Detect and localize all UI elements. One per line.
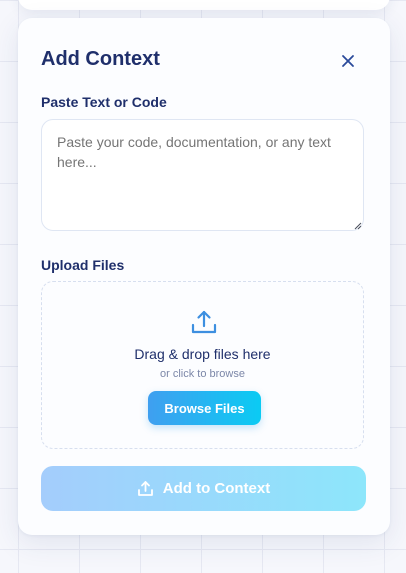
close-icon	[342, 55, 354, 67]
add-context-modal: Add Context Paste Text or Code Upload Fi…	[18, 18, 390, 535]
file-dropzone[interactable]: Drag & drop files here or click to brows…	[41, 281, 364, 449]
browse-files-button[interactable]: Browse Files	[148, 391, 261, 425]
paste-section-label: Paste Text or Code	[41, 94, 167, 110]
modal-title: Add Context	[41, 48, 160, 70]
close-button[interactable]	[336, 49, 360, 73]
upload-icon	[137, 481, 153, 496]
upload-icon	[191, 310, 217, 334]
background-card	[18, 0, 390, 10]
dropzone-instruction: Drag & drop files here	[134, 346, 271, 362]
upload-section-label: Upload Files	[41, 257, 125, 273]
paste-text-input[interactable]	[41, 119, 364, 231]
dropzone-hint: or click to browse	[160, 368, 245, 380]
add-to-context-button[interactable]: Add to Context	[41, 466, 366, 511]
resize-handle-icon[interactable]	[354, 222, 362, 230]
add-to-context-label: Add to Context	[162, 480, 271, 497]
